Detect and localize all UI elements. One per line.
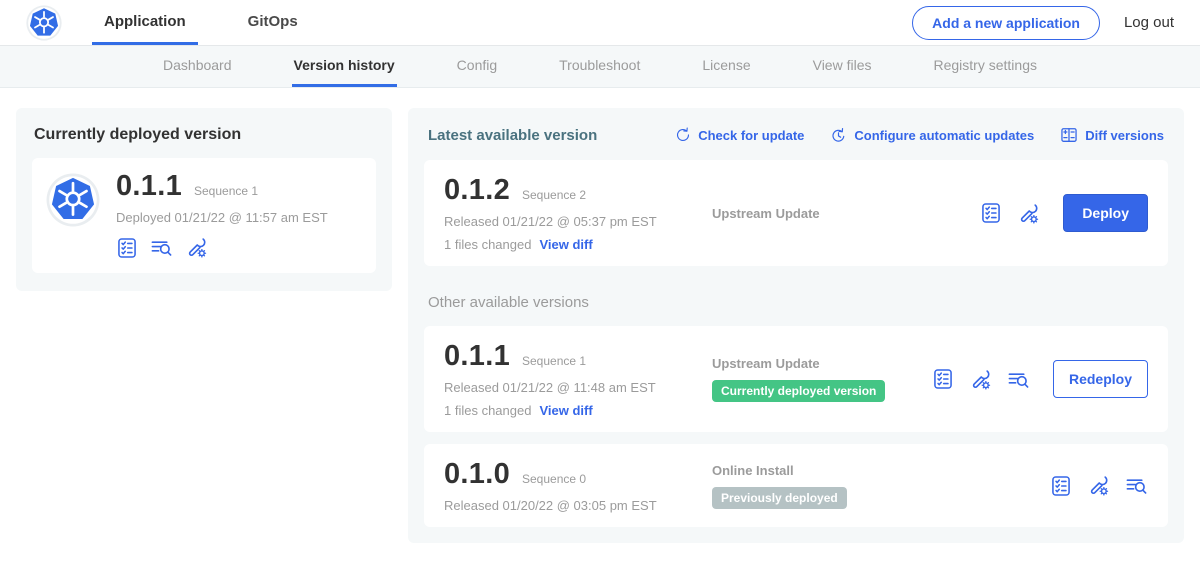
view-diff-link[interactable]: View diff bbox=[539, 237, 592, 252]
add-application-button[interactable]: Add a new application bbox=[912, 6, 1100, 40]
version-source: Online Install bbox=[712, 463, 1050, 478]
diff-versions-label: Diff versions bbox=[1085, 128, 1164, 143]
tab-gitops[interactable]: GitOps bbox=[236, 0, 310, 45]
version-row-0-1-1: 0.1.1 Sequence 1 Released 01/21/22 @ 11:… bbox=[424, 326, 1168, 432]
app-subnav: Dashboard Version history Config Trouble… bbox=[0, 46, 1200, 88]
version-status: Upstream Update Currently deployed versi… bbox=[686, 356, 932, 402]
top-nav-right: Add a new application Log out bbox=[912, 0, 1174, 45]
latest-version-title: Latest available version bbox=[428, 127, 675, 144]
panel-header: Latest available version Check for updat… bbox=[428, 126, 1164, 144]
auto-update-icon bbox=[830, 127, 847, 144]
version-actions bbox=[1050, 474, 1148, 497]
version-released: Released 01/21/22 @ 05:37 pm EST bbox=[444, 214, 686, 229]
version-row-0-1-2: 0.1.2 Sequence 2 Released 01/21/22 @ 05:… bbox=[424, 160, 1168, 266]
version-released: Released 01/20/22 @ 03:05 pm EST bbox=[444, 498, 686, 513]
check-for-update-link[interactable]: Check for update bbox=[675, 127, 804, 143]
view-logs-icon[interactable] bbox=[1007, 368, 1030, 391]
main-content: Currently deployed version 0.1.1 Sequenc… bbox=[0, 88, 1200, 563]
release-notes-icon[interactable] bbox=[116, 237, 138, 259]
deploy-button[interactable]: Deploy bbox=[1063, 194, 1148, 232]
version-source: Upstream Update bbox=[712, 356, 932, 371]
version-number: 0.1.2 bbox=[444, 174, 510, 207]
version-info: 0.1.2 Sequence 2 Released 01/21/22 @ 05:… bbox=[444, 174, 686, 252]
tab-dashboard[interactable]: Dashboard bbox=[161, 46, 234, 87]
panel-actions: Check for update Configure automatic upd… bbox=[675, 126, 1164, 144]
status-badge-currently-deployed: Currently deployed version bbox=[712, 380, 885, 402]
version-sequence: Sequence 0 bbox=[522, 472, 586, 486]
status-badge-previously-deployed: Previously deployed bbox=[712, 487, 847, 509]
app-logo bbox=[26, 0, 62, 45]
tab-troubleshoot[interactable]: Troubleshoot bbox=[557, 46, 642, 87]
version-sequence: Sequence 1 bbox=[522, 354, 586, 368]
currently-deployed-card: Currently deployed version 0.1.1 Sequenc… bbox=[16, 108, 392, 291]
diff-versions-link[interactable]: Diff versions bbox=[1060, 126, 1164, 144]
edit-config-icon[interactable] bbox=[1017, 202, 1040, 225]
edit-config-icon[interactable] bbox=[969, 368, 992, 391]
other-versions-heading: Other available versions bbox=[428, 294, 1164, 311]
app-kubernetes-icon bbox=[46, 173, 100, 227]
deployed-timestamp: Deployed 01/21/22 @ 11:57 am EST bbox=[116, 210, 328, 225]
tab-application[interactable]: Application bbox=[92, 0, 198, 45]
version-actions: Deploy bbox=[980, 194, 1148, 232]
version-info: 0.1.0 Sequence 0 Released 01/20/22 @ 03:… bbox=[444, 458, 686, 513]
release-notes-icon[interactable] bbox=[1050, 475, 1072, 497]
edit-config-icon[interactable] bbox=[1087, 474, 1110, 497]
tab-config[interactable]: Config bbox=[455, 46, 499, 87]
tab-registry-settings[interactable]: Registry settings bbox=[932, 46, 1039, 87]
release-notes-icon[interactable] bbox=[932, 368, 954, 390]
version-status: Upstream Update bbox=[686, 206, 980, 221]
refresh-icon bbox=[675, 127, 691, 143]
kubernetes-logo-icon bbox=[26, 5, 62, 41]
version-history-panel: Latest available version Check for updat… bbox=[408, 108, 1184, 543]
version-sequence: Sequence 2 bbox=[522, 188, 586, 202]
deployed-version-number: 0.1.1 bbox=[116, 170, 182, 203]
redeploy-button[interactable]: Redeploy bbox=[1053, 360, 1148, 398]
version-released: Released 01/21/22 @ 11:48 am EST bbox=[444, 380, 686, 395]
files-changed-text: 1 files changed bbox=[444, 237, 531, 252]
version-actions: Redeploy bbox=[932, 360, 1148, 398]
tab-view-files[interactable]: View files bbox=[811, 46, 874, 87]
tab-version-history[interactable]: Version history bbox=[292, 46, 397, 87]
diff-icon bbox=[1060, 126, 1078, 144]
version-number: 0.1.0 bbox=[444, 458, 510, 491]
deployed-version-card: 0.1.1 Sequence 1 Deployed 01/21/22 @ 11:… bbox=[32, 158, 376, 273]
version-status: Online Install Previously deployed bbox=[686, 463, 1050, 509]
logout-button[interactable]: Log out bbox=[1124, 14, 1174, 31]
version-number: 0.1.1 bbox=[444, 340, 510, 373]
tab-license[interactable]: License bbox=[700, 46, 752, 87]
version-source: Upstream Update bbox=[712, 206, 980, 221]
version-row-0-1-0: 0.1.0 Sequence 0 Released 01/20/22 @ 03:… bbox=[424, 444, 1168, 527]
view-diff-link[interactable]: View diff bbox=[539, 403, 592, 418]
top-nav-tabs: Application GitOps bbox=[92, 0, 912, 45]
release-notes-icon[interactable] bbox=[980, 202, 1002, 224]
view-logs-icon[interactable] bbox=[150, 236, 173, 259]
view-logs-icon[interactable] bbox=[1125, 474, 1148, 497]
edit-config-icon[interactable] bbox=[185, 236, 208, 259]
files-changed-text: 1 files changed bbox=[444, 403, 531, 418]
version-info: 0.1.1 Sequence 1 Released 01/21/22 @ 11:… bbox=[444, 340, 686, 418]
configure-automatic-updates-label: Configure automatic updates bbox=[854, 128, 1034, 143]
configure-automatic-updates-link[interactable]: Configure automatic updates bbox=[830, 127, 1034, 144]
deployed-version-info: 0.1.1 Sequence 1 Deployed 01/21/22 @ 11:… bbox=[116, 170, 328, 259]
top-nav: Application GitOps Add a new application… bbox=[0, 0, 1200, 46]
check-for-update-label: Check for update bbox=[698, 128, 804, 143]
currently-deployed-title: Currently deployed version bbox=[34, 126, 374, 144]
deployed-sequence: Sequence 1 bbox=[194, 184, 258, 198]
